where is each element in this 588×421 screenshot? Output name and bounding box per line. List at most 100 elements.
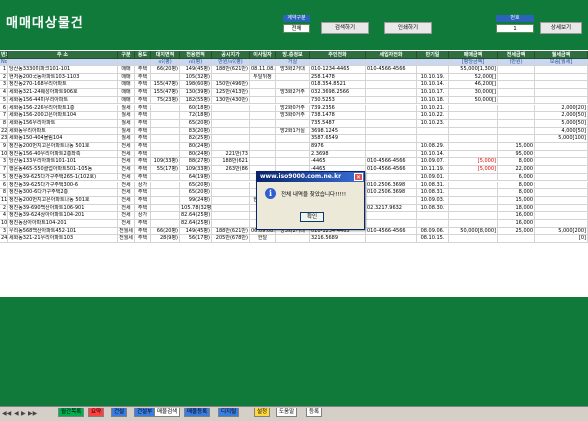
table-row[interactable]: 6 세화동156-226우리아파트1층 월세 주택 60(18평) 방2화0거주 739.2…	[0, 104, 588, 113]
table-cell: 16,000	[498, 220, 535, 228]
table-cell: 두달뒤정	[250, 73, 276, 82]
sheet-tab[interactable]: 등록	[306, 408, 323, 417]
table-row[interactable]: 23 세화동150-404물림104 월세 주택 82(25평) 3587.6549 5,0…	[0, 135, 588, 143]
dialog-title: www.iso9000.com.ne.kr	[260, 173, 342, 180]
contract-type-select[interactable]: 전체	[283, 24, 310, 33]
table-cell	[366, 81, 417, 90]
table-cell: 66(20평)	[151, 66, 180, 74]
sheet-tab[interactable]: 요약	[88, 408, 105, 417]
sheet-tab[interactable]: 월간목록	[58, 408, 85, 417]
table-cell	[449, 135, 498, 143]
next-tab-icon[interactable]: ▶	[21, 410, 26, 417]
close-icon[interactable]: ✕	[354, 173, 363, 181]
table-cell	[366, 89, 417, 97]
table-row[interactable]: 24 세화동321-21우리아파트103 전월세 주택 28(9평) 56(17평) 205…	[0, 235, 588, 244]
sheet-tab[interactable]: 건설부	[134, 408, 156, 417]
table-cell: 109(33평)	[180, 166, 212, 174]
table-cell: 8,000	[498, 189, 535, 197]
table-row[interactable]: 5 세화동156-44미우리아파트 매매 주택 75(23평) 182(55평) 130만(…	[0, 96, 588, 105]
table-cell: No	[0, 59, 8, 66]
table-cell: 10.09.03.	[417, 196, 449, 205]
table-row[interactable]: 1 당산동3330미파크101-101 매매 주택 66(20평) 149(45평) 188…	[0, 66, 588, 74]
table-cell: 주택	[135, 204, 151, 213]
table-cell: 방3화0거주	[276, 112, 310, 120]
table-cell: 83(20평)	[180, 127, 212, 136]
table-cell: 66(20평)	[151, 227, 180, 236]
table-row[interactable]: 3 청진동270-168우리아파트 매매 주택 155(47평) 198(60평) 150만…	[0, 81, 588, 90]
table-cell	[276, 81, 310, 90]
table-cell	[250, 89, 276, 97]
sheet-tab[interactable]: 매물등록	[184, 408, 211, 417]
alert-dialog: www.iso9000.com.ne.kr ✕ i 전체 내역을 찾았습니다!!…	[256, 171, 365, 230]
table-cell: 전세	[118, 212, 135, 220]
prev-tab-icon[interactable]: ◀	[14, 410, 19, 417]
table-row[interactable]: 9 청진동200번지고은아파트나동 501호 전세 주택 80(24평) 8976 10.0…	[0, 143, 588, 151]
table-cell	[366, 212, 417, 220]
sheet-tab[interactable]: 건설	[111, 408, 128, 417]
table-cell: 한달	[250, 235, 276, 244]
table-cell: [평당금액]	[449, 59, 498, 66]
table-cell: 46,200[]	[449, 81, 498, 90]
search-button[interactable]: 검색하기	[321, 22, 369, 34]
table-cell	[135, 59, 151, 66]
table-cell: 청진동156-40우리아파트2층좌측	[8, 150, 118, 159]
table-cell	[212, 196, 250, 205]
table-cell	[276, 143, 310, 151]
table-row[interactable]: 3 당산동133우리아파트101-101 전세 주택 109(33평) 88(27평) 18…	[0, 158, 588, 167]
table-cell: 당산동3330미파크101-101	[8, 66, 118, 74]
table-cell: 22,000	[498, 166, 535, 174]
table-cell: 5	[0, 173, 8, 182]
table-cell: 세입자전화	[366, 51, 417, 59]
table-row[interactable]: 7 세화동156-200고은아파트104 월세 주택 72(18평) 방3화0거주 738.…	[0, 112, 588, 120]
table-cell: 10.10.14.	[417, 150, 449, 159]
table-cell	[151, 73, 180, 82]
table-cell	[449, 196, 498, 205]
table-row[interactable]: 10 청진동156-40우리아파트2층좌측 전세 주택 80(24평) 221만(73 2.…	[0, 150, 588, 159]
table-cell	[498, 73, 535, 82]
table-cell	[212, 220, 250, 228]
first-tab-icon[interactable]: ◀◀	[2, 410, 11, 417]
table-cell	[417, 220, 449, 228]
table-cell: 청진동270-168우리아파트	[8, 81, 118, 90]
table-cell: 221만(73	[212, 150, 250, 159]
table-cell: 23	[0, 135, 8, 143]
table-cell: 청진동39-690백산아파트106-901	[8, 204, 118, 213]
last-tab-icon[interactable]: ▶▶	[28, 410, 37, 417]
table-cell: 공시지가	[212, 51, 250, 59]
sheet-tab[interactable]: 매물검색	[154, 408, 181, 417]
sheet-tab[interactable]: 설정	[254, 408, 271, 417]
sheet-tab[interactable]: 도움말	[276, 408, 298, 417]
number-input[interactable]: 1	[496, 24, 534, 33]
table-cell: 구분	[118, 51, 135, 59]
table-cell: [5,000]	[449, 166, 498, 174]
table-cell: 방3화2거주	[276, 89, 310, 97]
table-cell: 205만(678만)	[212, 235, 250, 244]
table-cell: 상가	[135, 212, 151, 220]
detail-button[interactable]: 상세보기	[540, 22, 582, 34]
table-cell: 전용면적	[180, 51, 212, 59]
print-button[interactable]: 인쇄하기	[384, 22, 432, 34]
table-cell: 2.3698	[310, 150, 366, 159]
table-cell: 188만(621만)	[212, 66, 250, 74]
table-cell: 10.10.19.	[417, 73, 449, 82]
table-cell: 전세	[118, 150, 135, 159]
table-row[interactable]: 2 현저동200국동아파트103-1103 매매 주택 105(32평) 두달뒤정 258.…	[0, 73, 588, 82]
table-cell: 주택	[135, 227, 151, 236]
table-cell: 2	[0, 204, 8, 213]
table-cell: 18,000	[498, 204, 535, 213]
table-cell: 155(47평)	[151, 89, 180, 97]
table-cell: (만원)	[498, 59, 535, 66]
table-row[interactable]: 8 세화동156우리아파트 월세 주택 65(20평) 735.5487 10.10.23.…	[0, 119, 588, 128]
table-cell: 10.08.29.	[417, 143, 449, 151]
table-cell	[250, 96, 276, 105]
table-row[interactable]: 22 세화동우리아파트 월세 주택 83(20평) 방2화1거실 3698.1245 4,00…	[0, 127, 588, 136]
table-cell	[276, 235, 310, 244]
table-cell: 매매금액	[449, 51, 498, 59]
table-cell	[151, 104, 180, 113]
sheet-tab[interactable]: 디지털	[218, 408, 240, 417]
table-cell: 198(60평)	[180, 81, 212, 90]
table-row[interactable]: 4 세화동321-24웨성아파트906호 매매 주택 155(47평) 130(39평) 1…	[0, 89, 588, 97]
ok-button[interactable]: 확인	[300, 212, 324, 222]
table-cell: 주택	[135, 96, 151, 105]
table-cell: 4,000[50]	[535, 127, 588, 136]
